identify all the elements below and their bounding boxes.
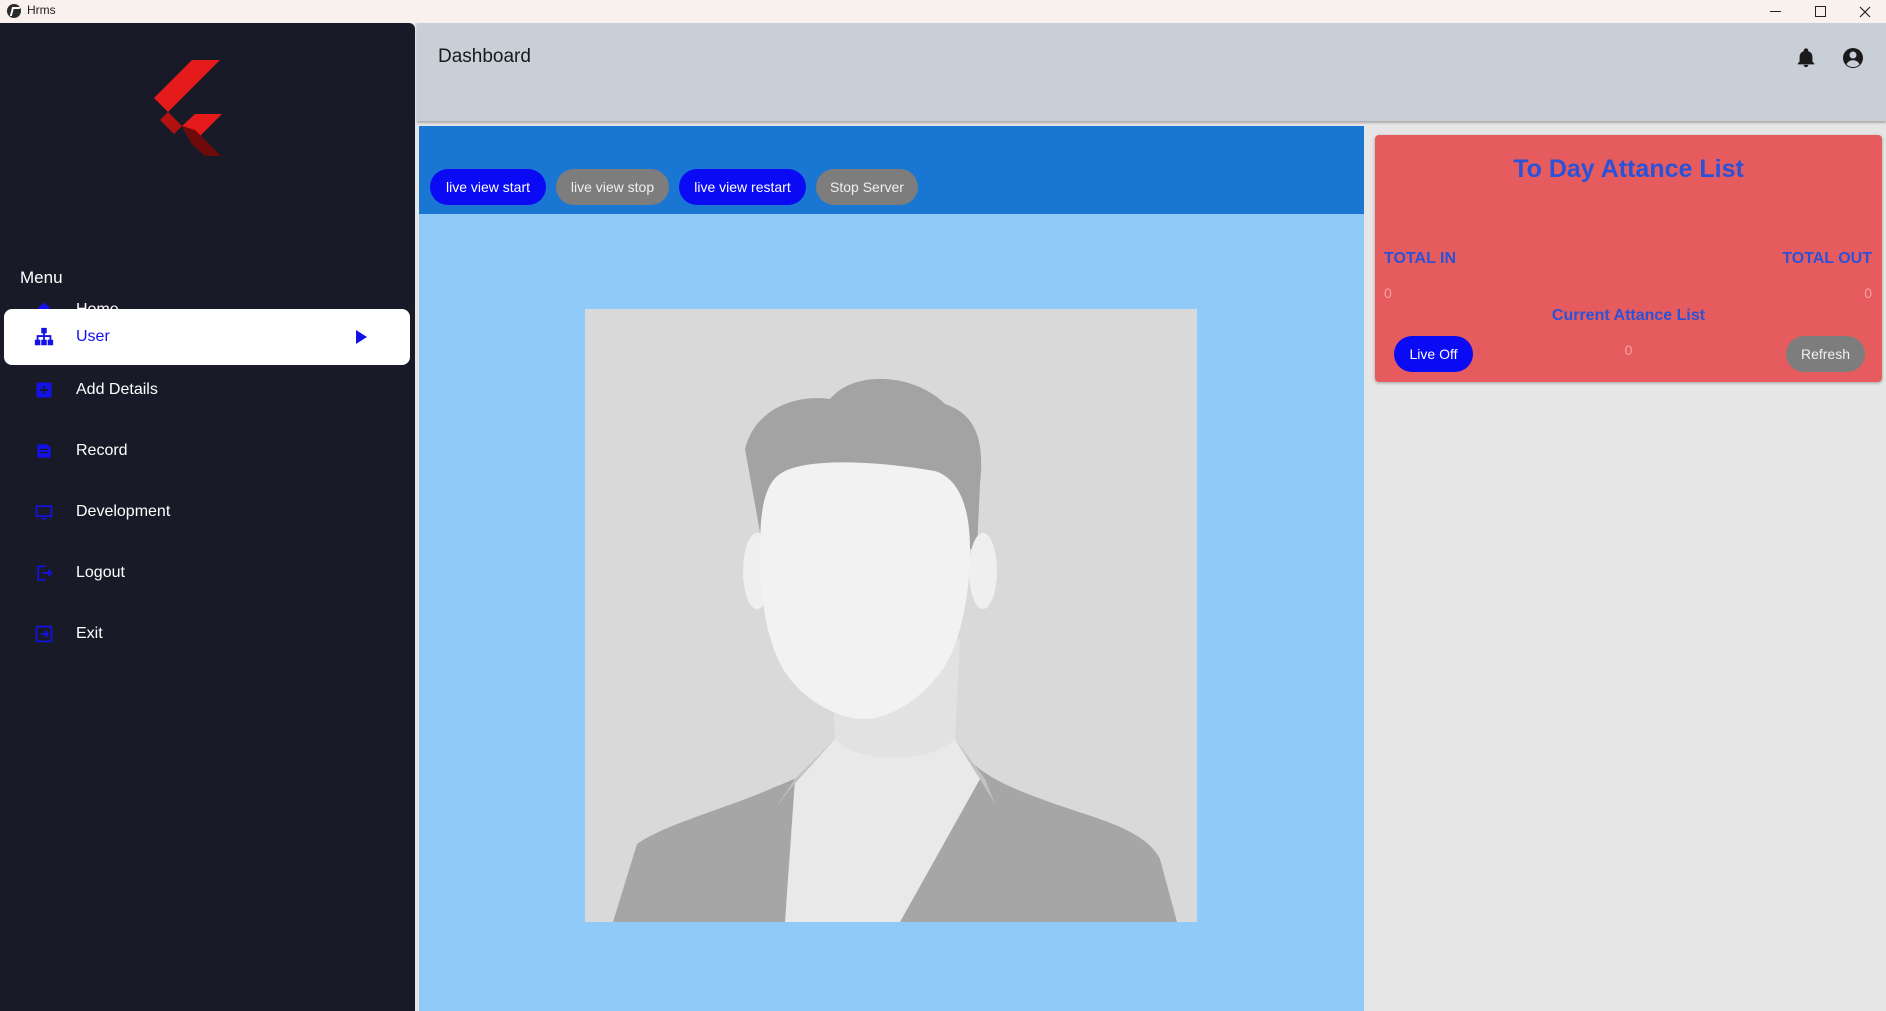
sidebar-item-logout[interactable]: Logout: [4, 545, 410, 601]
minimize-button[interactable]: [1752, 0, 1798, 23]
total-out-value: 0: [1864, 285, 1872, 301]
page-title: Dashboard: [438, 46, 531, 67]
account-button[interactable]: [1840, 45, 1866, 71]
sitemap-icon: [33, 326, 55, 348]
live-off-button[interactable]: Live Off: [1394, 336, 1473, 372]
sidebar-item-user[interactable]: User: [4, 309, 410, 365]
maximize-icon: [1814, 6, 1826, 17]
live-view-toolbar: live view start live view stop live view…: [419, 126, 1364, 214]
monitor-icon: [33, 501, 55, 523]
total-in-label: TOTAL IN: [1384, 250, 1456, 267]
account-circle-icon: [1843, 48, 1863, 68]
live-view-stop-button[interactable]: live view stop: [556, 169, 669, 205]
bell-icon: [1797, 48, 1815, 68]
sidebar-item-label: Logout: [76, 564, 125, 581]
app-icon: [7, 4, 21, 18]
play-arrow-icon: [356, 330, 367, 344]
total-in-value: 0: [1384, 285, 1392, 301]
sidebar: Menu Home User Add Details Record Develo…: [0, 23, 415, 1011]
live-view-panel: live view start live view stop live view…: [419, 126, 1364, 1011]
sidebar-item-record[interactable]: Record: [4, 423, 410, 479]
maximize-button[interactable]: [1797, 0, 1843, 23]
sidebar-item-add-details[interactable]: Add Details: [4, 362, 410, 418]
live-view-start-button[interactable]: live view start: [430, 169, 546, 205]
sidebar-item-label: Development: [76, 503, 171, 520]
minimize-icon: [1769, 11, 1781, 12]
live-view-restart-button[interactable]: live view restart: [679, 169, 806, 205]
sidebar-item-exit[interactable]: Exit: [4, 606, 410, 662]
app-logo: [154, 60, 222, 156]
attendance-title: To Day Attance List: [1513, 155, 1744, 183]
logout-icon: [33, 562, 55, 584]
record-icon: [33, 440, 55, 462]
add-box-icon: [33, 379, 55, 401]
total-out-label: TOTAL OUT: [1782, 250, 1872, 267]
sidebar-item-label: Add Details: [76, 381, 158, 398]
sidebar-item-label: User: [76, 328, 110, 345]
close-icon: [1859, 6, 1871, 17]
window-titlebar: Hrms: [0, 0, 1886, 23]
stop-server-button[interactable]: Stop Server: [816, 169, 918, 205]
exit-icon: [33, 623, 55, 645]
refresh-button[interactable]: Refresh: [1786, 336, 1865, 372]
attendance-card: To Day Attance List TOTAL IN TOTAL OUT 0…: [1375, 135, 1882, 382]
close-button[interactable]: [1842, 0, 1886, 23]
app-header: Dashboard: [417, 23, 1886, 121]
window-title: Hrms: [27, 3, 56, 17]
notifications-button[interactable]: [1793, 45, 1819, 71]
sidebar-item-label: Exit: [76, 625, 103, 642]
sidebar-item-development[interactable]: Development: [4, 484, 410, 540]
avatar-placeholder: [585, 309, 1197, 922]
sidebar-item-label: Record: [76, 442, 128, 459]
current-attendance-label: Current Attance List: [1551, 307, 1706, 324]
